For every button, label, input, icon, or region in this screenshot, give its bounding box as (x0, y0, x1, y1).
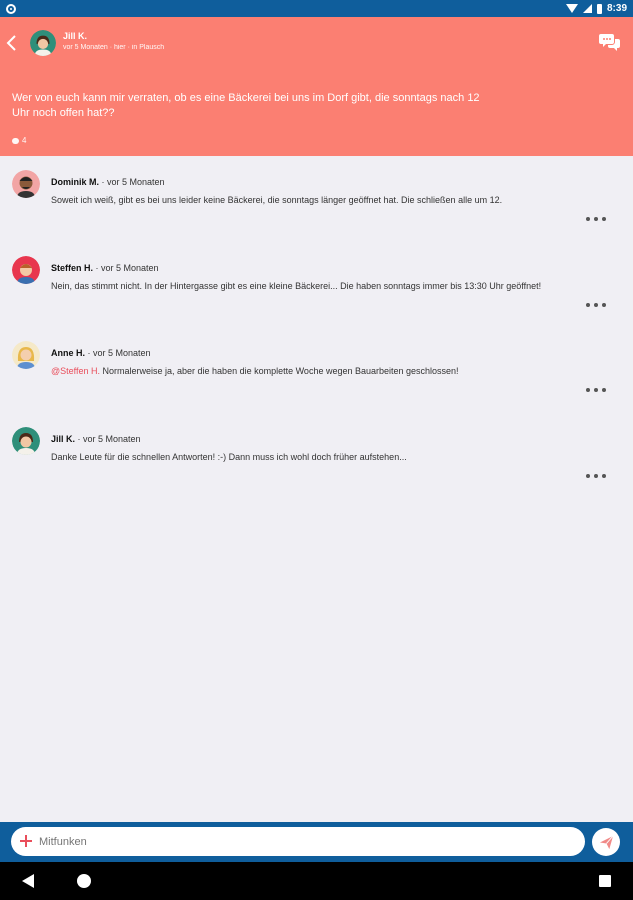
battery-icon (596, 3, 602, 14)
comment-header: Steffen H. · vor 5 Monaten (51, 263, 159, 273)
nav-recents-icon[interactable] (599, 875, 611, 887)
more-dots-icon[interactable] (586, 300, 606, 310)
comment-input[interactable] (11, 827, 585, 856)
comment-header: Dominik M. · vor 5 Monaten (51, 177, 165, 187)
plus-icon[interactable] (19, 834, 33, 848)
comment-text: @Steffen H. Normalerweise ja, aber die h… (51, 366, 459, 376)
post-author[interactable]: Jill K. (63, 31, 87, 41)
comment-list: Dominik M. · vor 5 Monaten Soweit ich we… (0, 156, 633, 498)
send-button[interactable] (592, 828, 620, 856)
chat-bubbles-icon[interactable] (599, 31, 621, 53)
comment-time: · vor 5 Monaten (77, 433, 141, 444)
comment-text: Nein, das stimmt nicht. In der Hintergas… (51, 281, 541, 291)
nav-back-icon[interactable] (22, 874, 34, 888)
more-dots-icon[interactable] (586, 385, 606, 395)
avatar[interactable] (12, 255, 40, 284)
comment-body: Soweit ich weiß, gibt es bei uns leider … (51, 195, 503, 205)
comment-mention[interactable]: @Steffen H. (51, 366, 100, 376)
comment-author[interactable]: Steffen H. (51, 263, 93, 273)
comment-body: Danke Leute für die schnellen Antworten!… (51, 451, 407, 462)
avatar[interactable] (12, 341, 40, 369)
comment-header: Jill K. · vor 5 Monaten (51, 434, 141, 444)
comment-item: Jill K. · vor 5 Monaten Danke Leute für … (0, 413, 633, 499)
status-bar: 8:39 (0, 0, 633, 17)
comment-time: · vor 5 Monaten (95, 262, 159, 273)
comment-author[interactable]: Jill K. (51, 434, 75, 444)
comment-count: 4 (12, 136, 26, 145)
comment-item: Anne H. · vor 5 Monaten @Steffen H. Norm… (0, 327, 633, 413)
comment-time: · vor 5 Monaten (101, 177, 165, 187)
notification-icon (6, 3, 16, 14)
comment-item: Steffen H. · vor 5 Monaten Nein, das sti… (0, 242, 633, 328)
wifi-icon (565, 4, 578, 13)
comment-text: Danke Leute für die schnellen Antworten!… (51, 452, 407, 462)
signal-icon (582, 4, 592, 13)
comment-header: Anne H. · vor 5 Monaten (51, 348, 151, 358)
comment-time: · vor 5 Monaten (87, 348, 151, 358)
comment-count-value: 4 (22, 136, 27, 145)
post-meta: vor 5 Monaten · hier · in Plausch (63, 44, 165, 51)
system-nav-bar (0, 862, 633, 900)
more-dots-icon[interactable] (586, 214, 606, 224)
back-arrow-icon[interactable] (4, 33, 20, 53)
send-icon (599, 835, 613, 849)
comment-author[interactable]: Anne H. (51, 348, 85, 358)
comment-body: Normalerweise ja, aber die haben die kom… (100, 366, 459, 376)
comment-text: Soweit ich weiß, gibt es bei uns leider … (51, 195, 502, 205)
comment-icon (12, 137, 19, 144)
avatar[interactable] (12, 426, 40, 455)
comment-input-bar (0, 822, 633, 862)
avatar[interactable] (30, 30, 56, 56)
status-time: 8:39 (606, 3, 627, 14)
comment-item: Dominik M. · vor 5 Monaten Soweit ich we… (0, 156, 633, 242)
avatar[interactable] (12, 170, 40, 198)
comment-body: Nein, das stimmt nicht. In der Hintergas… (51, 280, 542, 291)
more-dots-icon[interactable] (586, 471, 606, 481)
post-header: Jill K. vor 5 Monaten · hier · in Plausc… (0, 17, 633, 156)
post-text: Wer von euch kann mir verraten, ob es ei… (12, 92, 480, 119)
nav-home-icon[interactable] (77, 874, 91, 888)
comment-author[interactable]: Dominik M. (51, 177, 99, 187)
